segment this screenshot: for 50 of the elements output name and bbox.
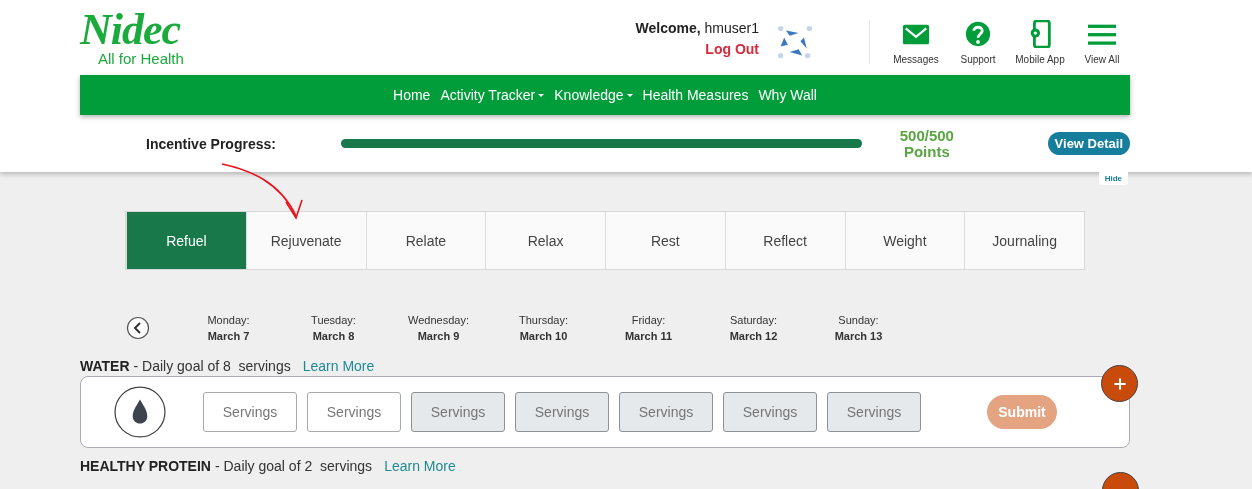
nav-link[interactable]: Why Wall: [758, 87, 817, 103]
nav-link[interactable]: Activity Tracker: [440, 87, 545, 103]
goal-text: - Daily goal of 2 servings: [214, 458, 373, 474]
day-label: Saturday:: [729, 314, 778, 326]
date-label: March 13: [834, 330, 883, 342]
category-tab[interactable]: Rejuvenate: [245, 212, 366, 269]
date-label: March 12: [729, 330, 778, 342]
learn-more-link[interactable]: Learn More: [384, 458, 456, 474]
date-label: March 10: [519, 330, 568, 342]
welcome-text: Welcome, hmuser1: [635, 20, 759, 36]
icon-label: Support: [960, 54, 996, 65]
category-tab[interactable]: Relax: [485, 212, 605, 269]
hide-tab[interactable]: Hide: [1098, 172, 1128, 185]
goal-text: - Daily goal of 8 servings: [133, 358, 291, 374]
view-detail-button[interactable]: View Detail: [1047, 132, 1130, 155]
category-tab[interactable]: Relate: [365, 212, 486, 269]
tracker-title: WATER: [80, 358, 130, 374]
category-tab[interactable]: Reflect: [724, 212, 845, 269]
category-tab[interactable]: Refuel: [126, 212, 246, 269]
category-tab[interactable]: Journaling: [964, 212, 1084, 269]
icon-label: Messages: [893, 54, 939, 65]
date-label: March 8: [312, 330, 355, 342]
servings-field[interactable]: Servings: [307, 392, 401, 432]
progress-label: Incentive Progress:: [146, 135, 277, 152]
servings-field[interactable]: Servings: [203, 392, 297, 432]
top-icon-link[interactable]: Mobile App: [1012, 20, 1068, 65]
points-text: 500/500 Points: [898, 127, 955, 160]
top-icon-link[interactable]: Support: [950, 20, 1006, 65]
learn-more-link[interactable]: Learn More: [302, 358, 375, 374]
logo[interactable]: Nidec All for Health: [80, 0, 230, 75]
category-tab[interactable]: Weight: [844, 212, 965, 269]
nav-link[interactable]: Knowledge: [554, 87, 633, 103]
nav-link[interactable]: Health Measures: [642, 87, 749, 103]
day-label: Wednesday:: [408, 314, 469, 326]
logout-link[interactable]: Log Out: [705, 41, 759, 57]
day-label: Monday:: [207, 314, 250, 326]
date-label: March 9: [417, 330, 460, 342]
top-icon-link[interactable]: View All: [1074, 20, 1130, 65]
day-label: Friday:: [631, 314, 666, 326]
icon-label: Mobile App: [1015, 54, 1065, 65]
category-tab[interactable]: Rest: [605, 212, 725, 269]
date-label: March 11: [624, 330, 673, 342]
nav-link[interactable]: Home: [393, 87, 431, 103]
day-label: Sunday:: [838, 314, 879, 326]
icon-label: View All: [1084, 54, 1120, 65]
day-label: Tuesday:: [311, 314, 356, 326]
tracker-title: HEALTHY PROTEIN: [80, 458, 211, 474]
date-label: March 7: [207, 330, 250, 342]
day-label: Thursday:: [519, 314, 568, 326]
top-icon-link[interactable]: Messages: [888, 20, 944, 65]
